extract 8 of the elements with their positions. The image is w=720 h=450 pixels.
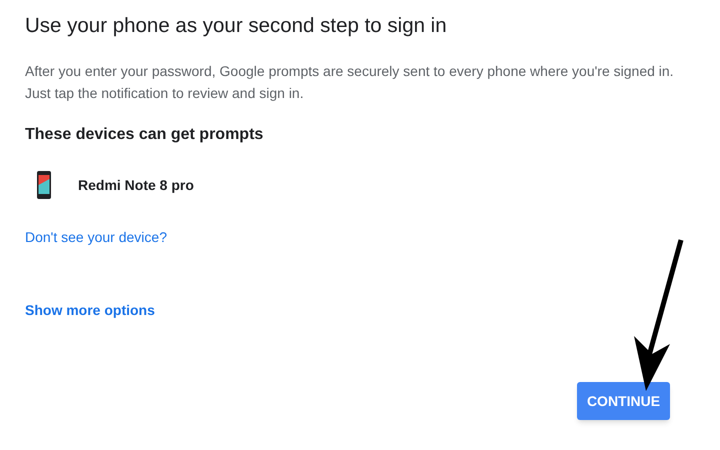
- phone-icon: [37, 171, 51, 199]
- description-text: After you enter your password, Google prompts are securely sent to every phone where you're signed in. Just tap the notification to review and sign in.: [25, 62, 675, 103]
- section-heading: These devices can get prompts: [25, 125, 264, 145]
- page-title: Use your phone as your second step to sign in: [25, 13, 448, 39]
- device-name: Redmi Note 8 pro: [78, 176, 194, 195]
- continue-button[interactable]: CONTINUE: [577, 382, 670, 420]
- text-link[interactable]: Show more options: [25, 300, 155, 321]
- text-link[interactable]: Don't see your device?: [25, 227, 167, 248]
